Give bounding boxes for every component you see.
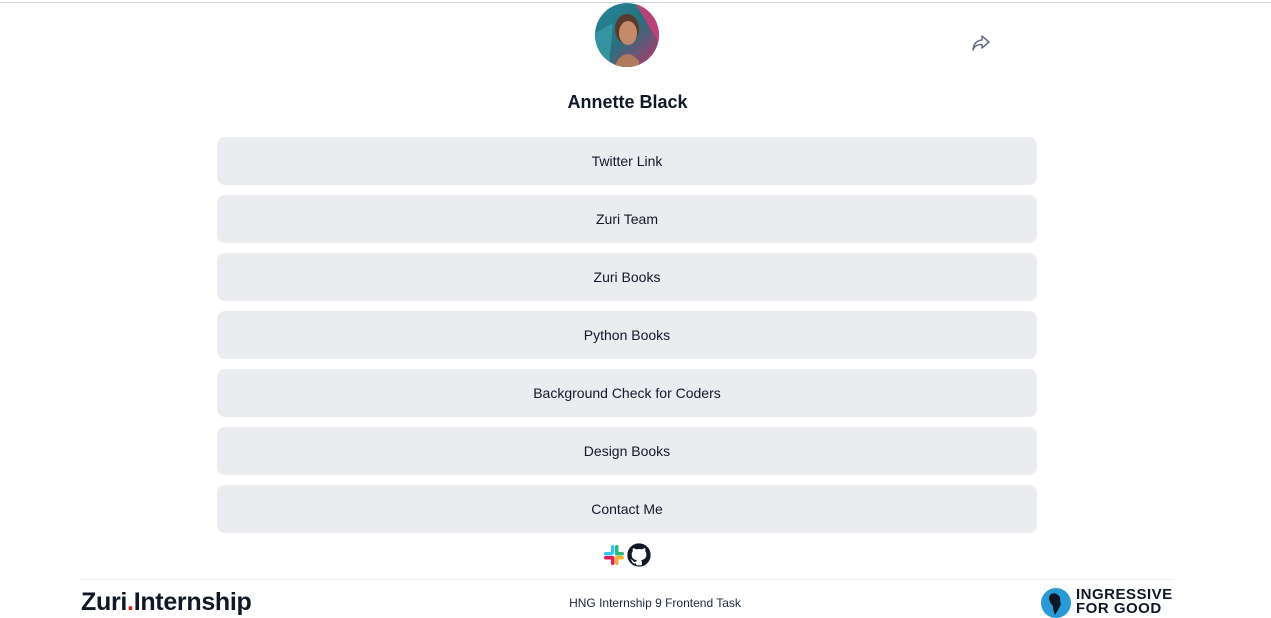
link-background-check[interactable]: Background Check for Coders [217, 369, 1037, 417]
footer-divider [80, 579, 1173, 580]
profile-avatar [595, 3, 659, 67]
link-python-books[interactable]: Python Books [217, 311, 1037, 359]
social-icons [603, 542, 653, 568]
link-zuri-team[interactable]: Zuri Team [217, 195, 1037, 243]
share-button[interactable] [966, 30, 996, 56]
github-link[interactable] [627, 543, 651, 567]
globe-icon [1041, 588, 1071, 618]
github-icon [627, 543, 651, 567]
ingressive-for-good-logo: INGRESSIVE FOR GOOD [1041, 587, 1173, 618]
i4g-line-2: FOR GOOD [1076, 600, 1162, 617]
share-icon [972, 35, 990, 51]
link-contact-me[interactable]: Contact Me [217, 485, 1037, 533]
profile-name: Annette Black [567, 92, 688, 112]
profile-photo-icon [595, 3, 659, 67]
links-list: Twitter Link Zuri Team Zuri Books Python… [217, 137, 1037, 543]
link-design-books[interactable]: Design Books [217, 427, 1037, 475]
slack-link[interactable] [603, 544, 625, 566]
top-border [0, 2, 1271, 3]
link-zuri-books[interactable]: Zuri Books [217, 253, 1037, 301]
link-twitter[interactable]: Twitter Link [217, 137, 1037, 185]
slack-icon [604, 545, 624, 565]
